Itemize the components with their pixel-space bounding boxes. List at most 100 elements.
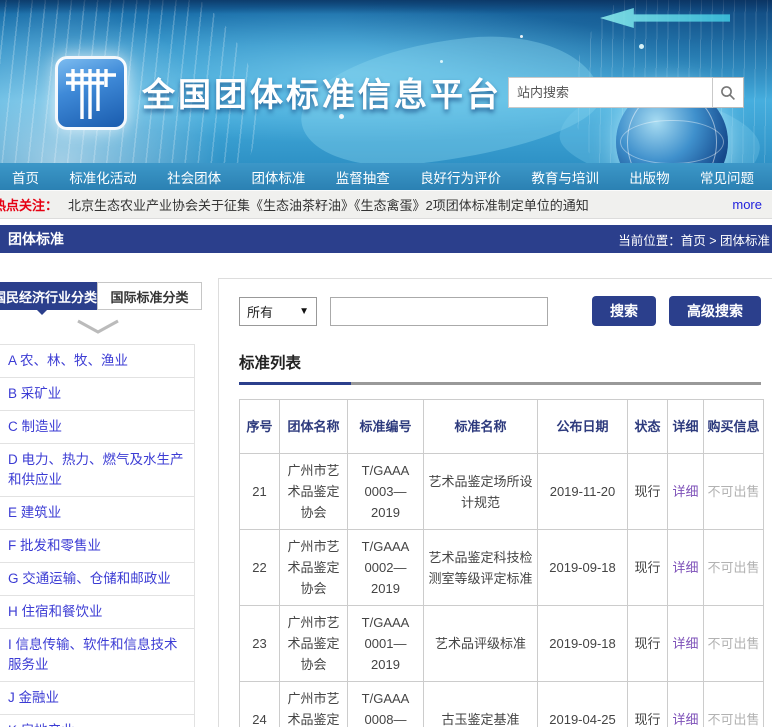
- sidebar-item-construction[interactable]: E 建筑业: [0, 497, 194, 530]
- col-name: 标准名称: [424, 400, 538, 454]
- cell-name: 艺术品鉴定场所设计规范: [424, 454, 538, 530]
- cell-status: 现行: [628, 682, 668, 727]
- cell-seq: 23: [240, 606, 280, 682]
- sidebar: 国民经济行业分类 国际标准分类 A 农、林、牧、渔业 B 采矿业 C 制造业 D…: [0, 282, 203, 727]
- banner-top-shade: [0, 0, 772, 14]
- cell-date: 2019-04-25: [538, 682, 628, 727]
- section-bar: 团体标准 当前位置：首页 > 团体标准: [0, 225, 772, 253]
- cell-purchase: 不可出售: [704, 682, 764, 727]
- detail-link[interactable]: 详细: [672, 560, 698, 575]
- breadcrumb[interactable]: 当前位置：首页 > 团体标准: [618, 230, 770, 249]
- cell-seq: 22: [240, 530, 280, 606]
- nav-item-supervision[interactable]: 监督抽查: [336, 167, 390, 187]
- star-dots-decoration: [520, 35, 523, 38]
- sidebar-item-hospitality[interactable]: H 住宿和餐饮业: [0, 596, 194, 629]
- advanced-search-button[interactable]: 高级搜索: [669, 296, 761, 326]
- site-search-input[interactable]: [508, 77, 713, 108]
- cell-purchase: 不可出售: [704, 606, 764, 682]
- banner: 全国团体标准信息平台: [0, 0, 772, 163]
- col-org: 团体名称: [280, 400, 348, 454]
- cell-status: 现行: [628, 454, 668, 530]
- site-title: 全国团体标准信息平台: [142, 68, 502, 116]
- table-row: 21 广州市艺术品鉴定协会 T/GAAA 0003—2019 艺术品鉴定场所设计…: [240, 454, 764, 530]
- sidebar-item-finance[interactable]: J 金融业: [0, 682, 194, 715]
- cell-date: 2019-09-18: [538, 530, 628, 606]
- cell-org: 广州市艺术品鉴定协会: [280, 454, 348, 530]
- cell-name: 艺术品鉴定科技检测室等级评定标准: [424, 530, 538, 606]
- cell-seq: 21: [240, 454, 280, 530]
- col-detail: 详细: [668, 400, 704, 454]
- list-header: 标准列表: [239, 351, 761, 385]
- category-list: A 农、林、牧、渔业 B 采矿业 C 制造业 D 电力、热力、燃气及水生产和供应…: [0, 344, 195, 727]
- sidebar-item-mining[interactable]: B 采矿业: [0, 378, 194, 411]
- nav-item-faq[interactable]: 常见问题: [700, 167, 754, 187]
- page-title: 团体标准: [8, 229, 64, 249]
- table-row: 23 广州市艺术品鉴定协会 T/GAAA 0001—2019 艺术品评级标准 2…: [240, 606, 764, 682]
- tab-international-standard-classification[interactable]: 国际标准分类: [97, 282, 202, 310]
- nav-item-social-organizations[interactable]: 社会团体: [167, 167, 221, 187]
- col-purchase: 购买信息: [704, 400, 764, 454]
- table-row: 22 广州市艺术品鉴定协会 T/GAAA 0002—2019 艺术品鉴定科技检测…: [240, 530, 764, 606]
- site-logo[interactable]: [55, 56, 127, 130]
- nav-item-education[interactable]: 教育与培训: [531, 167, 599, 187]
- table-row: 24 广州市艺术品鉴定协会 T/GAAA 0008—2018 古玉鉴定基准 20…: [240, 682, 764, 727]
- col-status: 状态: [628, 400, 668, 454]
- cell-name: 艺术品评级标准: [424, 606, 538, 682]
- cell-purchase: 不可出售: [704, 454, 764, 530]
- cell-code: T/GAAA 0002—2019: [348, 530, 424, 606]
- sidebar-item-transport[interactable]: G 交通运输、仓储和邮政业: [0, 563, 194, 596]
- standard-search-input[interactable]: [330, 297, 548, 326]
- cell-org: 广州市艺术品鉴定协会: [280, 682, 348, 727]
- chevron-down-icon: [0, 319, 195, 334]
- table-header-row: 序号 团体名称 标准编号 标准名称 公布日期 状态 详细 购买信息: [240, 400, 764, 454]
- tab-national-economy-classification[interactable]: 国民经济行业分类: [0, 282, 97, 310]
- site-logo-glyph: [58, 59, 124, 127]
- cell-seq: 24: [240, 682, 280, 727]
- category-select[interactable]: 所有 ▼: [239, 297, 317, 326]
- cell-org: 广州市艺术品鉴定协会: [280, 530, 348, 606]
- cell-status: 现行: [628, 530, 668, 606]
- cell-purchase: 不可出售: [704, 530, 764, 606]
- search-button[interactable]: 搜索: [592, 296, 656, 326]
- list-title: 标准列表: [239, 351, 761, 373]
- main-nav: 首页 标准化活动 社会团体 团体标准 监督抽查 良好行为评价 教育与培训 出版物…: [0, 163, 772, 190]
- more-link[interactable]: more: [732, 197, 762, 212]
- main-panel: 所有 ▼ 搜索 高级搜索 标准列表 序号 团体名称 标准编号: [218, 278, 772, 727]
- nav-item-standardization-activities[interactable]: 标准化活动: [69, 167, 137, 187]
- cell-code: T/GAAA 0008—2018: [348, 682, 424, 727]
- hot-topics-label: 热点关注：: [0, 195, 58, 214]
- hot-topic-link[interactable]: 北京生态农业产业协会关于征集《生态油茶籽油》《生态禽蛋》2项团体标准制定单位的通…: [68, 195, 589, 214]
- nav-item-publications[interactable]: 出版物: [629, 167, 670, 187]
- cell-name: 古玉鉴定基准: [424, 682, 538, 727]
- col-seq: 序号: [240, 400, 280, 454]
- standards-table: 序号 团体名称 标准编号 标准名称 公布日期 状态 详细 购买信息 21 广州市…: [239, 399, 764, 727]
- sidebar-item-it-services[interactable]: I 信息传输、软件和信息技术服务业: [0, 629, 194, 682]
- search-icon: [720, 85, 736, 101]
- site-search-button[interactable]: [713, 77, 744, 108]
- sidebar-item-agriculture[interactable]: A 农、林、牧、渔业: [0, 345, 194, 378]
- detail-link[interactable]: 详细: [672, 712, 698, 727]
- list-title-underline: [239, 382, 761, 385]
- col-code: 标准编号: [348, 400, 424, 454]
- cell-code: T/GAAA 0003—2019: [348, 454, 424, 530]
- cell-org: 广州市艺术品鉴定协会: [280, 606, 348, 682]
- sidebar-item-real-estate[interactable]: K 房地产业: [0, 715, 194, 727]
- dropdown-arrow-icon: ▼: [299, 306, 309, 317]
- cell-code: T/GAAA 0001—2019: [348, 606, 424, 682]
- detail-link[interactable]: 详细: [672, 636, 698, 651]
- sidebar-item-wholesale-retail[interactable]: F 批发和零售业: [0, 530, 194, 563]
- detail-link[interactable]: 详细: [672, 484, 698, 499]
- col-date: 公布日期: [538, 400, 628, 454]
- sidebar-item-manufacturing[interactable]: C 制造业: [0, 411, 194, 444]
- nav-item-good-behavior[interactable]: 良好行为评价: [420, 167, 501, 187]
- search-row: 所有 ▼ 搜索 高级搜索: [239, 296, 761, 326]
- sidebar-item-utilities[interactable]: D 电力、热力、燃气及水生产和供应业: [0, 444, 194, 497]
- hot-topics-bar: 热点关注： 北京生态农业产业协会关于征集《生态油茶籽油》《生态禽蛋》2项团体标准…: [0, 190, 772, 219]
- nav-item-group-standards[interactable]: 团体标准: [251, 167, 305, 187]
- cell-date: 2019-09-18: [538, 606, 628, 682]
- nav-item-home[interactable]: 首页: [12, 167, 39, 187]
- cell-date: 2019-11-20: [538, 454, 628, 530]
- content-area: 国民经济行业分类 国际标准分类 A 农、林、牧、渔业 B 采矿业 C 制造业 D…: [0, 253, 772, 727]
- cell-status: 现行: [628, 606, 668, 682]
- category-select-value: 所有: [247, 302, 273, 321]
